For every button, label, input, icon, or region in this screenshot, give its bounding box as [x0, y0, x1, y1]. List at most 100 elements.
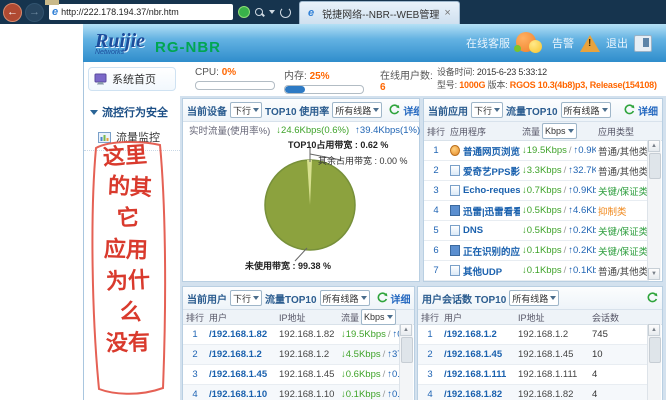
- sidebar-group-flow-control[interactable]: 流控行为安全: [84, 96, 180, 124]
- user-link[interactable]: /192.168.1.82: [442, 389, 516, 400]
- sidebar-item-traffic-monitor[interactable]: 流量监控: [84, 124, 180, 151]
- table-row: 3 /192.168.1.111 192.168.1.111 4: [418, 365, 649, 385]
- model-value: 1000G: [459, 80, 485, 90]
- scroll-thumb[interactable]: [401, 337, 413, 363]
- scrollbar[interactable]: ▲ ▼: [399, 324, 413, 400]
- refresh-button[interactable]: [646, 292, 658, 304]
- online-users-value: 6: [380, 82, 433, 93]
- unit-select[interactable]: Kbps: [542, 123, 577, 139]
- app-link[interactable]: 爱奇艺PPS影音: [463, 164, 520, 178]
- up-flow-value: ↑39.4Kbps(1%): [355, 125, 420, 136]
- user-link[interactable]: /192.168.1.45: [442, 349, 516, 360]
- line-select[interactable]: 所有线路: [320, 290, 370, 306]
- panel-title: 用户会话数 TOP10: [422, 291, 506, 306]
- chevron-down-icon: [550, 296, 556, 300]
- direction-select[interactable]: 下行: [471, 102, 503, 118]
- app-link[interactable]: Echo-request: [463, 185, 520, 196]
- table-row: 1 普通网页浏览 ↓19.5Kbps/↑0.9Kbps 普通/其他类: [424, 141, 649, 161]
- user-link[interactable]: /192.168.1.82: [207, 329, 277, 340]
- refresh-button[interactable]: [623, 104, 635, 116]
- unit-select[interactable]: Kbps: [361, 309, 396, 325]
- sidebar-item-home[interactable]: 系统首页: [88, 67, 176, 91]
- scroll-up-button[interactable]: ▲: [400, 324, 412, 336]
- scroll-down-button[interactable]: ▼: [648, 268, 660, 280]
- line-select[interactable]: 所有线路: [332, 102, 382, 118]
- user-link[interactable]: /192.168.1.2: [207, 349, 277, 360]
- app-link[interactable]: 其他UDP: [463, 264, 502, 278]
- panel-title: 当前设备: [187, 103, 227, 118]
- chevron-down-icon[interactable]: [269, 10, 275, 14]
- down-flow-value: ↓24.6Kbps(0.6%): [276, 125, 349, 136]
- main-content: 当前设备 下行 TOP10 使用率 所有线路 详细 实时流量(使用率%) ↓24…: [180, 96, 666, 400]
- detail-link[interactable]: 详细: [403, 103, 419, 118]
- table-row: 2 /192.168.1.2 192.168.1.2 ↓4.5Kbps/↑37.…: [183, 345, 401, 365]
- user-link[interactable]: /192.168.1.10: [207, 389, 277, 400]
- table-row: 6 正在识别的应用 ↓0.1Kbps/↑0.2Kbps 关键/保证类: [424, 241, 649, 261]
- col-header-type: 应用类型: [596, 125, 648, 138]
- scroll-up-button[interactable]: ▲: [648, 140, 660, 152]
- scroll-thumb[interactable]: [649, 337, 661, 363]
- logout-icon[interactable]: [634, 35, 652, 52]
- alarm-link[interactable]: 告警: [552, 35, 574, 51]
- table-row: 4 /192.168.1.82 192.168.1.82 4: [418, 385, 649, 400]
- panel-title: 当前用户: [187, 291, 227, 306]
- refresh-button[interactable]: [376, 292, 388, 304]
- ip-cell: 192.168.1.45: [277, 369, 339, 380]
- version-label: 版本:: [488, 80, 508, 90]
- line-select[interactable]: 所有线路: [561, 102, 611, 118]
- browser-tab[interactable]: e 锐捷网络--NBR--WEB管理 ×: [299, 1, 460, 24]
- flow-down: ↓0.5Kbps: [522, 225, 562, 236]
- warning-icon[interactable]: [580, 35, 600, 52]
- app-link[interactable]: DNS: [463, 225, 483, 236]
- refresh-button[interactable]: [388, 104, 400, 116]
- detail-link[interactable]: 详细: [638, 103, 658, 118]
- status-bar: CPU: 0% 内存: 25% 在线用户数: 6 设备时间: 2015-6-23…: [180, 62, 666, 96]
- user-table-body: 1 /192.168.1.82 192.168.1.82 ↓19.5Kbps/↑…: [183, 325, 401, 400]
- col-header-rank: 排行: [424, 125, 448, 138]
- realtime-flow-label: 实时流量(使用率%): [189, 123, 270, 137]
- detail-link[interactable]: 详细: [391, 291, 411, 306]
- flow-down: ↓0.5Kbps: [522, 205, 562, 216]
- table-row: 3 Echo-request ↓0.7Kbps/↑0.9Kbps 关键/保证类: [424, 181, 649, 201]
- flow-up: ↑0.9Kbps: [568, 185, 596, 196]
- screen: ← → e http://222.178.194.37/nbr.htm e 锐捷…: [0, 0, 666, 400]
- direction-select[interactable]: 下行: [230, 102, 262, 118]
- forward-button[interactable]: →: [25, 3, 44, 22]
- user-link[interactable]: /192.168.1.2: [442, 329, 516, 340]
- flow-down: ↓0.6Kbps: [341, 369, 381, 380]
- search-icon[interactable]: [255, 8, 264, 17]
- smiley-icon[interactable]: [516, 32, 546, 54]
- rank-cell: 4: [418, 389, 442, 400]
- flow-down: ↓19.5Kbps: [341, 329, 386, 340]
- back-button[interactable]: ←: [3, 3, 22, 22]
- cpu-label: CPU:: [195, 67, 219, 78]
- scroll-thumb[interactable]: [649, 153, 661, 179]
- panel-subtitle: TOP10 使用率: [265, 103, 329, 118]
- panel-title: 当前应用: [428, 103, 468, 118]
- device-info: 设备时间: 2015-6-23 5:33:12 型号: 1000G 版本: RG…: [437, 66, 657, 92]
- direction-select[interactable]: 下行: [230, 290, 262, 306]
- table-row: 1 /192.168.1.2 192.168.1.2 745: [418, 325, 649, 345]
- table-row: 1 /192.168.1.82 192.168.1.82 ↓19.5Kbps/↑…: [183, 325, 401, 345]
- app-link[interactable]: 普通网页浏览: [463, 144, 520, 158]
- version-value: RGOS 10.3(4b8)p3, Release(154108): [510, 80, 657, 90]
- app-logo: Ruijie Networks: [95, 31, 145, 56]
- user-link[interactable]: /192.168.1.45: [207, 369, 277, 380]
- line-select[interactable]: 所有线路: [509, 290, 559, 306]
- online-service-link[interactable]: 在线客服: [466, 35, 510, 51]
- chevron-down-icon: [602, 108, 608, 112]
- scroll-up-button[interactable]: ▲: [648, 324, 660, 336]
- address-bar[interactable]: e http://222.178.194.37/nbr.htm: [49, 4, 233, 20]
- app-link[interactable]: 正在识别的应用: [463, 244, 520, 258]
- refresh-icon[interactable]: [280, 7, 291, 18]
- shield-icon: [238, 6, 250, 18]
- scrollbar[interactable]: ▲ ▼: [647, 324, 661, 400]
- logout-link[interactable]: 退出: [606, 35, 628, 51]
- scrollbar[interactable]: ▲ ▼: [647, 140, 661, 280]
- online-users-status: 在线用户数: 6: [380, 67, 433, 93]
- app-type: 普通/其他类: [598, 267, 648, 278]
- app-link[interactable]: 迅雷|迅雷看看: [463, 204, 520, 218]
- user-link[interactable]: /192.168.1.111: [442, 369, 516, 380]
- tab-close-icon[interactable]: ×: [444, 7, 450, 19]
- sidebar-item-label: 流量监控: [116, 129, 160, 145]
